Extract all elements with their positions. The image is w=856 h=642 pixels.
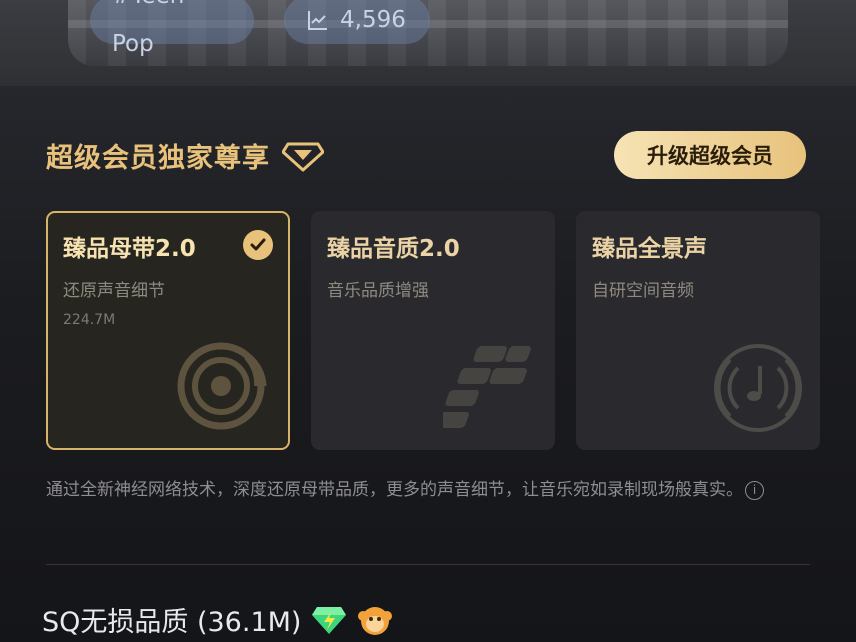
quality-card-master[interactable]: 臻品母带2.0 还原声音细节 224.7M [46,211,290,450]
card-size: 224.7M [63,312,116,328]
upgrade-vip-button[interactable]: 升级超级会员 [614,131,806,179]
play-count-value: 4,596 [340,7,406,33]
card-subtitle: 自研空间音频 [592,281,694,301]
quality-card-surround[interactable]: 臻品全景声 自研空间音频 [576,211,820,450]
trending-chart-icon [308,11,327,30]
genre-tag[interactable]: #Teen Pop [90,0,254,57]
card-subtitle: 音乐品质增强 [327,281,429,301]
vip-section-title: 超级会员独家尊享 [46,136,324,175]
card-title: 臻品母带2.0 [63,236,196,262]
blocks-icon [443,346,531,428]
feature-description: 通过全新神经网络技术，深度还原母带品质，更多的声音细节，让音乐宛如录制现场般真实… [46,478,816,503]
description-text: 通过全新神经网络技术，深度还原母带品质，更多的声音细节，让音乐宛如录制现场般真实… [46,480,743,500]
check-icon [243,230,273,260]
green-diamond-icon [312,606,347,634]
surround-sound-icon [714,344,802,432]
sq-quality-label: SQ无损品质 (36.1M) [42,607,302,638]
card-title: 臻品全景声 [592,236,707,262]
sq-quality-option[interactable]: SQ无损品质 (36.1M) [42,600,393,639]
info-icon[interactable]: i [745,480,764,500]
play-count: 4,596 [284,0,430,44]
vip-title-text: 超级会员独家尊享 [46,143,270,174]
divider [46,564,810,565]
diamond-icon [282,142,324,171]
genre-tag-label: #Teen Pop [112,0,184,57]
card-subtitle: 还原声音细节 [63,281,165,301]
orange-monkey-icon [358,606,393,635]
quality-card-enhanced[interactable]: 臻品音质2.0 音乐品质增强 [311,211,555,450]
card-title: 臻品音质2.0 [327,236,460,262]
vinyl-disc-icon [177,342,267,430]
